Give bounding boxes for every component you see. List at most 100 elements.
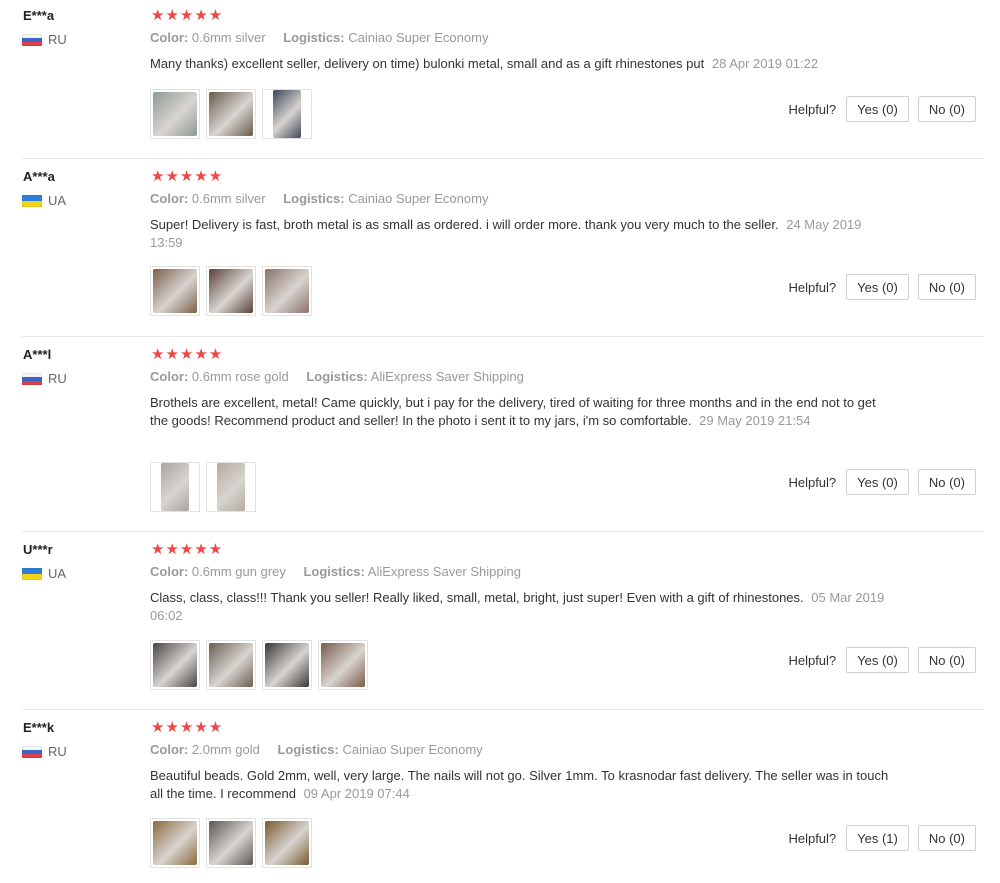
reviewer-country: RU — [22, 371, 67, 386]
review-item: E***k RU ★★★★★ Color: 2.0mm gold Logisti… — [22, 712, 984, 883]
helpful-label: Helpful? — [788, 279, 837, 295]
photo-image — [209, 821, 253, 865]
review-photos — [150, 89, 312, 139]
vote-yes-button[interactable]: Yes (1) — [846, 825, 909, 851]
logistics-label: Logistics: — [306, 369, 368, 384]
review-text: Many thanks) excellent seller, delivery … — [150, 55, 890, 73]
review-text: Class, class, class!!! Thank you seller!… — [150, 589, 890, 625]
helpful-label: Helpful? — [788, 101, 837, 117]
reviewer-country: RU — [22, 744, 67, 759]
country-code: RU — [48, 744, 67, 759]
russia-flag-icon — [22, 33, 42, 46]
star-rating: ★★★★★ — [151, 168, 224, 185]
star-rating: ★★★★★ — [151, 346, 224, 363]
helpful-label: Helpful? — [788, 652, 837, 668]
review-date: 09 Apr 2019 07:44 — [303, 786, 410, 801]
review-photo[interactable] — [206, 640, 256, 690]
review-photo[interactable] — [150, 818, 200, 868]
logistics-value: Cainiao Super Economy — [342, 742, 483, 757]
review-photo[interactable] — [150, 640, 200, 690]
color-value: 0.6mm rose gold — [191, 369, 289, 384]
photo-image — [217, 463, 245, 511]
review-photo[interactable] — [262, 89, 312, 139]
country-code: RU — [48, 371, 67, 386]
helpful-vote: Helpful? Yes (0) No (0) — [788, 469, 976, 495]
color-label: Color: — [150, 564, 189, 579]
reviewer-name: U***r — [23, 542, 53, 557]
photo-image — [153, 643, 197, 687]
reviewer-country: RU — [22, 32, 67, 47]
ukraine-flag-icon — [22, 194, 42, 207]
logistics-value: AliExpress Saver Shipping — [367, 564, 521, 579]
vote-yes-button[interactable]: Yes (0) — [846, 96, 909, 122]
vote-no-button[interactable]: No (0) — [917, 825, 976, 851]
review-photo[interactable] — [206, 818, 256, 868]
color-label: Color: — [150, 369, 189, 384]
color-label: Color: — [150, 191, 189, 206]
logistics-value: Cainiao Super Economy — [348, 191, 489, 206]
helpful-label: Helpful? — [788, 830, 837, 846]
order-info: Color: 0.6mm silver Logistics: Cainiao S… — [150, 30, 488, 45]
photo-image — [153, 269, 197, 313]
review-photo[interactable] — [206, 89, 256, 139]
star-rating: ★★★★★ — [151, 541, 224, 558]
review-photos — [150, 462, 256, 512]
photo-image — [265, 821, 309, 865]
vote-no-button[interactable]: No (0) — [917, 647, 976, 673]
vote-no-button[interactable]: No (0) — [917, 274, 976, 300]
review-photo[interactable] — [206, 266, 256, 316]
review-photo[interactable] — [150, 89, 200, 139]
photo-image — [273, 90, 301, 138]
review-photos — [150, 818, 312, 868]
photo-image — [209, 269, 253, 313]
reviewer-name: E***k — [23, 720, 55, 735]
review-date: 29 May 2019 21:54 — [699, 413, 811, 428]
reviewer-country: UA — [22, 193, 66, 208]
reviewer-name: A***a — [23, 169, 55, 184]
review-photo[interactable] — [150, 266, 200, 316]
review-photo[interactable] — [318, 640, 368, 690]
russia-flag-icon — [22, 372, 42, 385]
review-photos — [150, 266, 312, 316]
photo-image — [265, 643, 309, 687]
order-info: Color: 0.6mm silver Logistics: Cainiao S… — [150, 191, 488, 206]
review-item: A***a UA ★★★★★ Color: 0.6mm silver Logis… — [22, 161, 984, 337]
color-value: 0.6mm gun grey — [191, 564, 286, 579]
photo-image — [209, 643, 253, 687]
review-content: Super! Delivery is fast, broth metal is … — [150, 217, 779, 232]
logistics-label: Logistics: — [283, 191, 345, 206]
vote-yes-button[interactable]: Yes (0) — [846, 274, 909, 300]
country-code: UA — [48, 566, 67, 581]
review-item: U***r UA ★★★★★ Color: 0.6mm gun grey Log… — [22, 534, 984, 710]
review-item: E***a RU ★★★★★ Color: 0.6mm silver Logis… — [22, 0, 984, 159]
review-date: 28 Apr 2019 01:22 — [711, 56, 819, 71]
review-text: Brothels are excellent, metal! Came quic… — [150, 394, 890, 430]
helpful-vote: Helpful? Yes (0) No (0) — [788, 96, 976, 122]
logistics-label: Logistics: — [277, 742, 339, 757]
review-photo[interactable] — [262, 640, 312, 690]
helpful-vote: Helpful? Yes (1) No (0) — [788, 825, 976, 851]
photo-image — [321, 643, 365, 687]
review-photo[interactable] — [206, 462, 256, 512]
review-photos — [150, 640, 368, 690]
logistics-value: AliExpress Saver Shipping — [370, 369, 524, 384]
photo-image — [153, 92, 197, 136]
star-rating: ★★★★★ — [151, 7, 224, 24]
helpful-label: Helpful? — [788, 474, 837, 490]
star-rating: ★★★★★ — [151, 719, 224, 736]
color-value: 0.6mm silver — [191, 30, 266, 45]
logistics-value: Cainiao Super Economy — [348, 30, 489, 45]
review-photo[interactable] — [262, 818, 312, 868]
vote-no-button[interactable]: No (0) — [917, 469, 976, 495]
photo-image — [265, 269, 309, 313]
reviewer-name: A***l — [23, 347, 52, 362]
review-photo[interactable] — [150, 462, 200, 512]
vote-yes-button[interactable]: Yes (0) — [846, 647, 909, 673]
vote-yes-button[interactable]: Yes (0) — [846, 469, 909, 495]
vote-no-button[interactable]: No (0) — [917, 96, 976, 122]
order-info: Color: 0.6mm rose gold Logistics: AliExp… — [150, 369, 524, 384]
helpful-vote: Helpful? Yes (0) No (0) — [788, 647, 976, 673]
photo-image — [209, 92, 253, 136]
review-content: Many thanks) excellent seller, delivery … — [150, 56, 705, 71]
review-photo[interactable] — [262, 266, 312, 316]
